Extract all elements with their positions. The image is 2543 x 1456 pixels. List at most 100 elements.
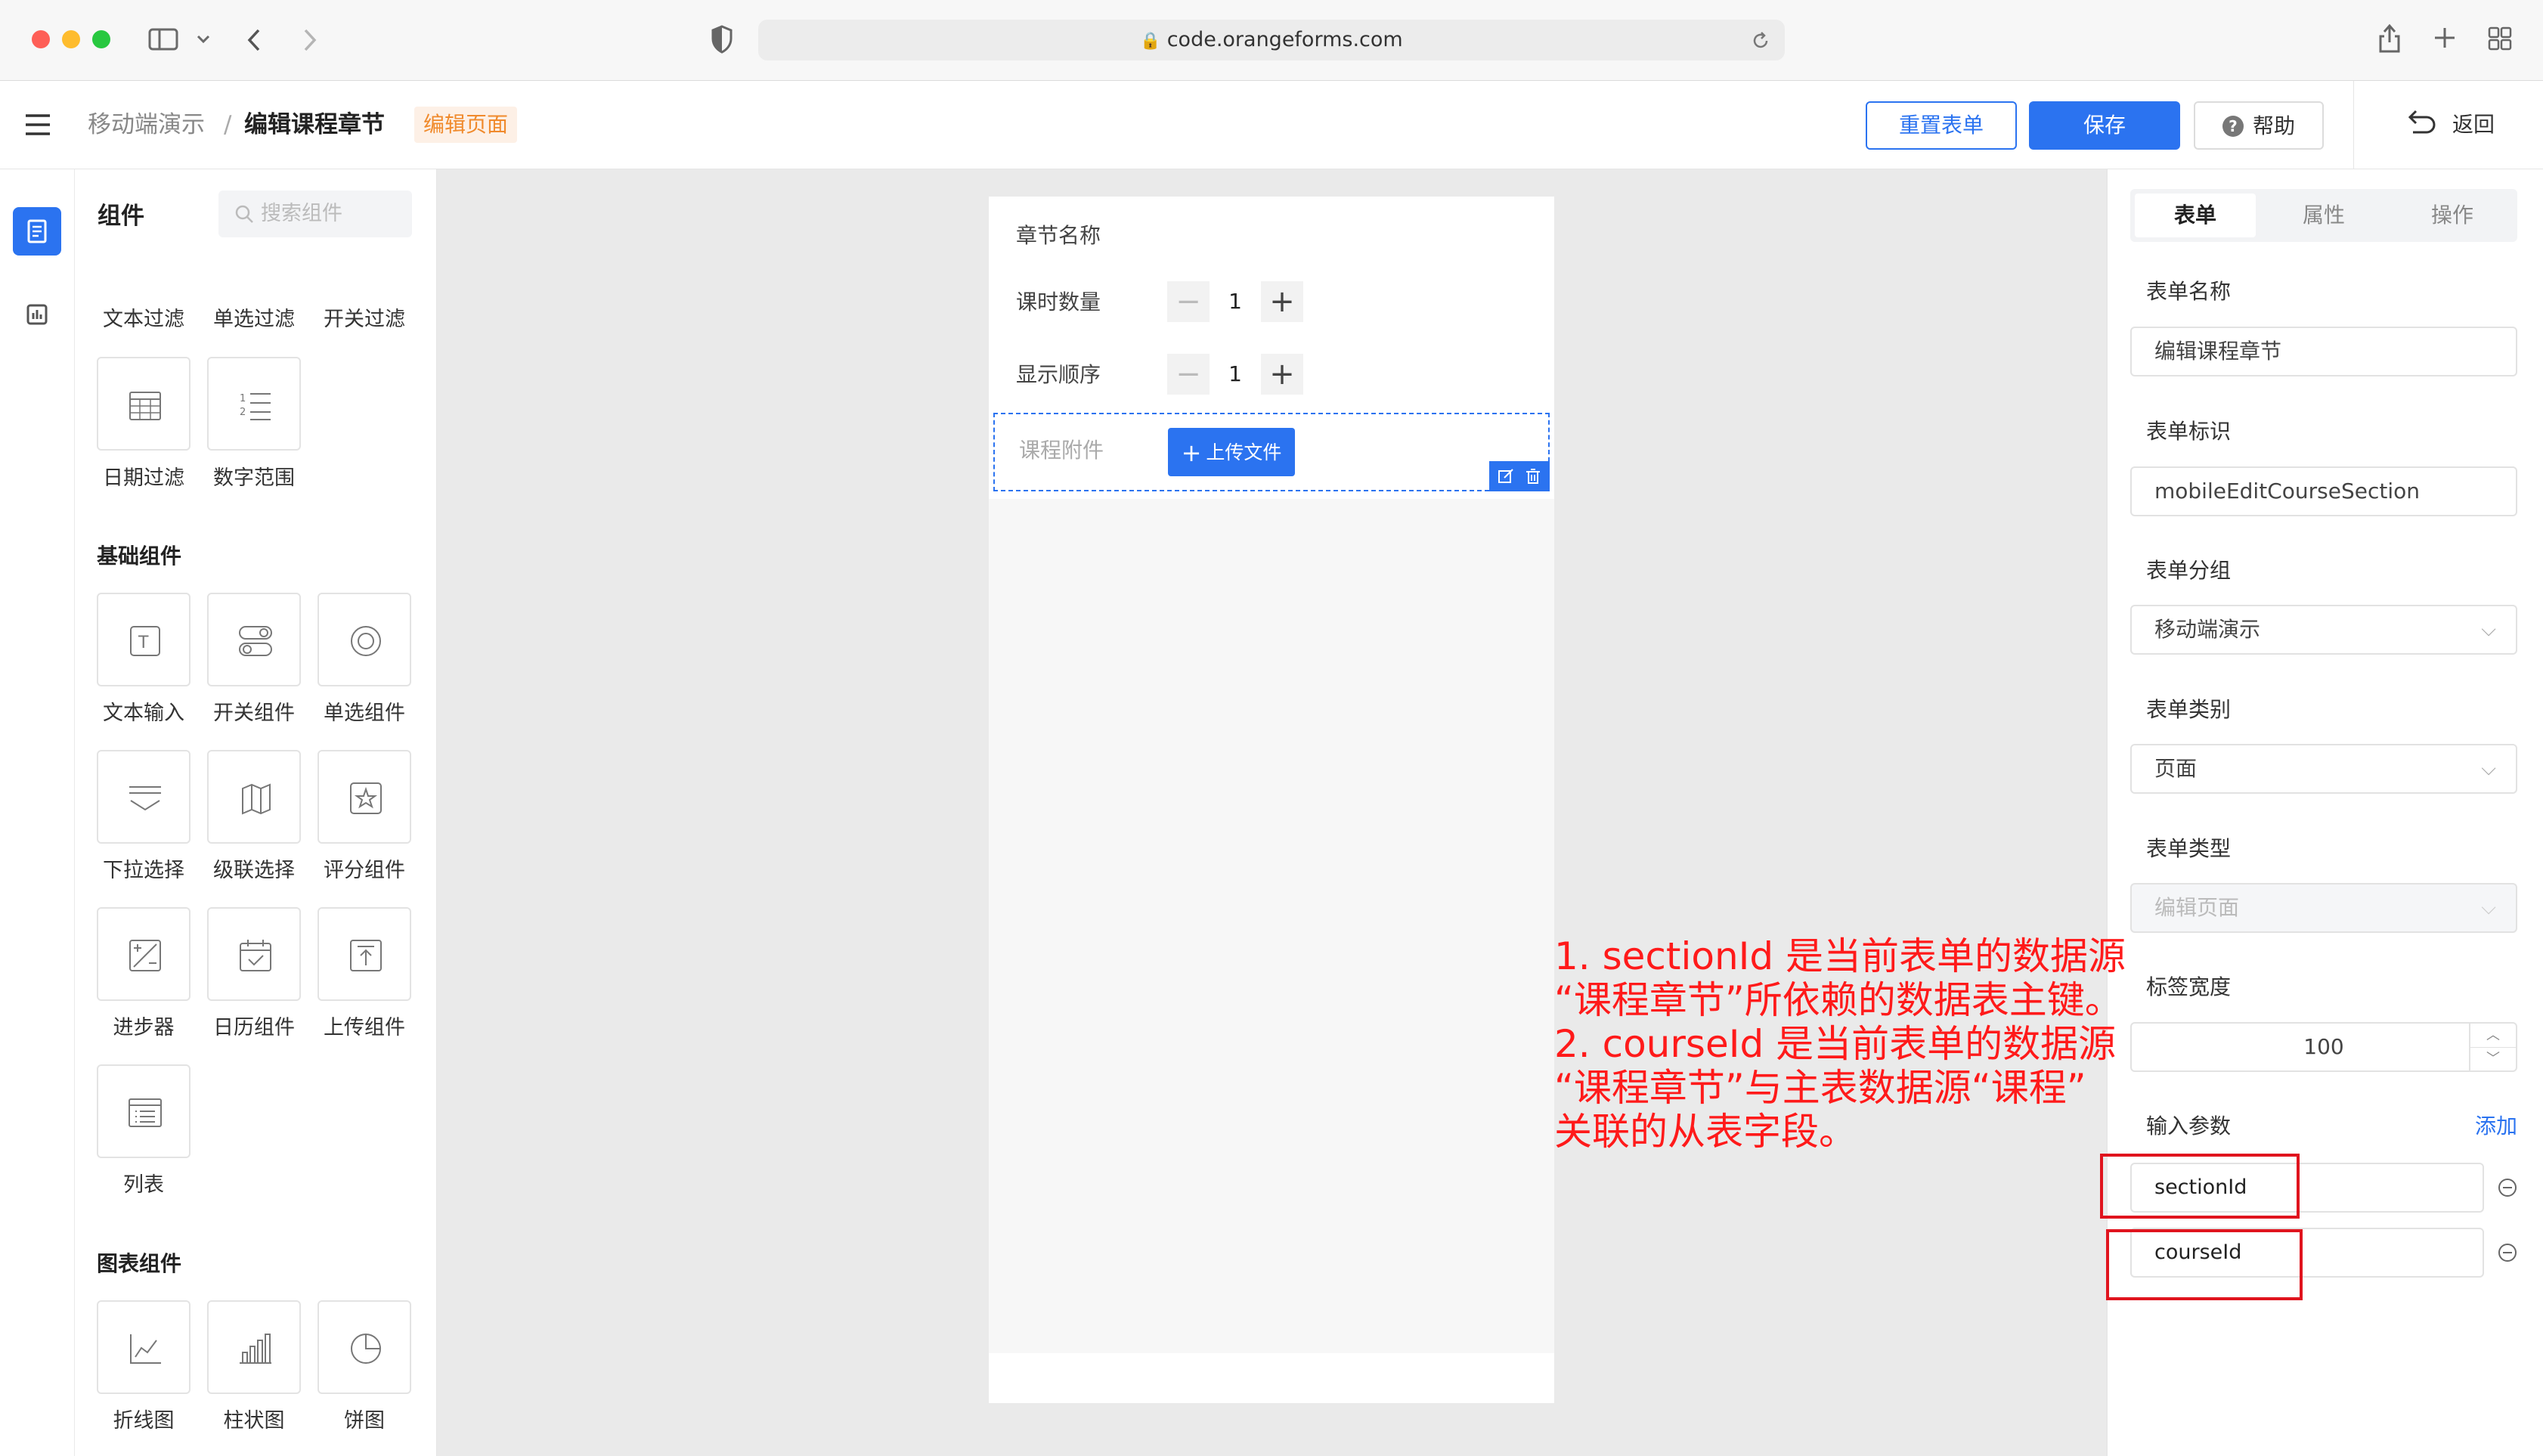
minimize-window-button[interactable] (62, 30, 80, 48)
help-icon: ? (2222, 116, 2244, 137)
widget-action-bar (1489, 461, 1550, 491)
pie-chart-tile[interactable] (317, 1300, 411, 1394)
tile-label-pie-chart: 饼图 (344, 1409, 385, 1433)
decrement-button[interactable]: − (1167, 354, 1210, 395)
sidebar-toggle-icon[interactable] (148, 27, 178, 51)
display-order-stepper[interactable]: − 1 + (1167, 354, 1303, 395)
property-tabs: 表单 属性 操作 (2130, 189, 2517, 242)
annotation-box-sectionid (2100, 1154, 2300, 1219)
lesson-count-value[interactable]: 1 (1213, 281, 1258, 322)
display-order-value[interactable]: 1 (1213, 354, 1258, 395)
tile-label-calendar: 日历组件 (213, 1016, 295, 1039)
tile-label-switch-filter: 开关过滤 (324, 308, 405, 331)
basic-components-heading: 基础组件 (97, 544, 182, 568)
privacy-shield-icon[interactable] (711, 24, 733, 54)
form-group-value: 移动端演示 (2154, 617, 2261, 642)
menu-icon[interactable] (24, 113, 51, 137)
svg-text:1: 1 (240, 393, 246, 404)
line-chart-tile[interactable] (97, 1300, 190, 1394)
reload-icon[interactable] (1750, 30, 1771, 51)
number-spinner[interactable]: ︿ ﹀ (2469, 1024, 2516, 1070)
app-header: 移动端演示 / 编辑课程章节 编辑页面 重置表单 保存 ? 帮助 返回 (0, 81, 2543, 169)
decrement-button[interactable]: − (1167, 281, 1210, 322)
switch-tile[interactable] (207, 593, 301, 686)
calendar-tile[interactable] (207, 907, 301, 1001)
upload-tile[interactable] (317, 907, 411, 1001)
stepper-tile[interactable] (97, 907, 190, 1001)
field-label-section-name[interactable]: 章节名称 (1016, 219, 1101, 249)
spinner-up-icon[interactable]: ︿ (2470, 1024, 2516, 1048)
back-button[interactable]: 返回 (2452, 81, 2495, 169)
share-icon[interactable] (2377, 21, 2402, 54)
annotation-line-4: “课程章节”与主表数据源“课程” (1554, 1066, 2086, 1110)
rate-tile[interactable] (317, 750, 411, 844)
tile-label-stepper: 进步器 (113, 1016, 175, 1039)
form-group-select[interactable]: 移动端演示 ⌵ (2130, 605, 2517, 655)
tile-label-rate: 评分组件 (324, 859, 405, 882)
field-label-display-order[interactable]: 显示顺序 (1016, 358, 1101, 389)
number-range-tile[interactable]: 12 (207, 357, 301, 451)
radio-tile[interactable] (317, 593, 411, 686)
tile-label-select: 下拉选择 (103, 859, 184, 882)
delete-icon[interactable] (1524, 467, 1542, 485)
tab-form[interactable]: 表单 (2135, 194, 2256, 237)
breadcrumb-parent[interactable]: 移动端演示 (88, 81, 205, 169)
forward-arrow-icon[interactable] (298, 26, 321, 54)
list-tile[interactable] (97, 1064, 190, 1158)
annotation-line-5: 关联的从表字段。 (1554, 1110, 1857, 1154)
increment-button[interactable]: + (1261, 354, 1303, 395)
tile-label-switch: 开关组件 (213, 702, 295, 725)
increment-button[interactable]: + (1261, 281, 1303, 322)
undo-icon[interactable] (2404, 108, 2437, 138)
chevron-down-icon[interactable] (195, 30, 212, 47)
tile-label-number-range: 数字范围 (213, 466, 295, 490)
edit-icon[interactable] (1497, 467, 1515, 485)
browser-toolbar: 🔒 code.orangeforms.com (0, 0, 2543, 81)
label-width-input[interactable]: 100 ︿ ﹀ (2130, 1022, 2517, 1072)
form-id-input[interactable]: mobileEditCourseSection (2130, 466, 2517, 516)
add-param-link[interactable]: 添加 (2475, 1110, 2517, 1140)
remove-param-icon[interactable] (2496, 1241, 2519, 1264)
tile-label-list: 列表 (123, 1173, 164, 1197)
tab-attributes[interactable]: 属性 (2263, 194, 2384, 237)
text-input-tile[interactable]: T (97, 593, 190, 686)
chevron-down-icon: ⌵ (2481, 618, 2496, 641)
annotation-line-1: 1. sectionId 是当前表单的数据源 (1554, 934, 2126, 978)
new-tab-icon[interactable] (2433, 26, 2457, 50)
help-button[interactable]: ? 帮助 (2194, 101, 2324, 150)
tile-label-bar-chart: 柱状图 (223, 1409, 285, 1433)
form-category-select[interactable]: 页面 ⌵ (2130, 744, 2517, 794)
tile-label-text-filter: 文本过滤 (103, 308, 184, 331)
field-label-lesson-count[interactable]: 课时数量 (1016, 286, 1101, 316)
spinner-down-icon[interactable]: ﹀ (2470, 1047, 2516, 1070)
annotation-line-2: “课程章节”所依赖的数据表主键。 (1554, 978, 2123, 1022)
tab-overview-icon[interactable] (2487, 26, 2513, 51)
svg-text:T: T (138, 634, 149, 652)
remove-param-icon[interactable] (2496, 1176, 2519, 1199)
url-text: code.orangeforms.com (1166, 28, 1403, 51)
search-placeholder: 搜索组件 (261, 202, 342, 225)
upload-file-button[interactable]: + 上传文件 (1168, 428, 1295, 476)
form-group-label: 表单分组 (2146, 558, 2232, 583)
search-icon (234, 203, 255, 225)
input-params-label: 输入参数 (2146, 1114, 2232, 1138)
address-bar[interactable]: 🔒 code.orangeforms.com (758, 20, 1785, 60)
zoom-window-button[interactable] (92, 30, 110, 48)
back-arrow-icon[interactable] (243, 26, 266, 54)
form-design-nav[interactable] (13, 207, 61, 256)
form-name-input[interactable]: 编辑课程章节 (2130, 327, 2517, 376)
tile-label-cascader: 级联选择 (213, 859, 295, 882)
breadcrumb-separator: / (224, 111, 232, 138)
component-search-box[interactable]: 搜索组件 (218, 191, 412, 237)
cascader-tile[interactable] (207, 750, 301, 844)
reset-form-button[interactable]: 重置表单 (1866, 101, 2017, 150)
date-filter-tile[interactable] (97, 357, 190, 451)
close-window-button[interactable] (32, 30, 50, 48)
panel-title-overlay: 组件 (98, 203, 144, 230)
tab-actions[interactable]: 操作 (2392, 194, 2513, 237)
select-tile[interactable] (97, 750, 190, 844)
bar-chart-tile[interactable] (207, 1300, 301, 1394)
lesson-count-stepper[interactable]: − 1 + (1167, 281, 1303, 322)
chart-nav-icon[interactable] (13, 290, 61, 339)
save-button[interactable]: 保存 (2029, 101, 2180, 150)
